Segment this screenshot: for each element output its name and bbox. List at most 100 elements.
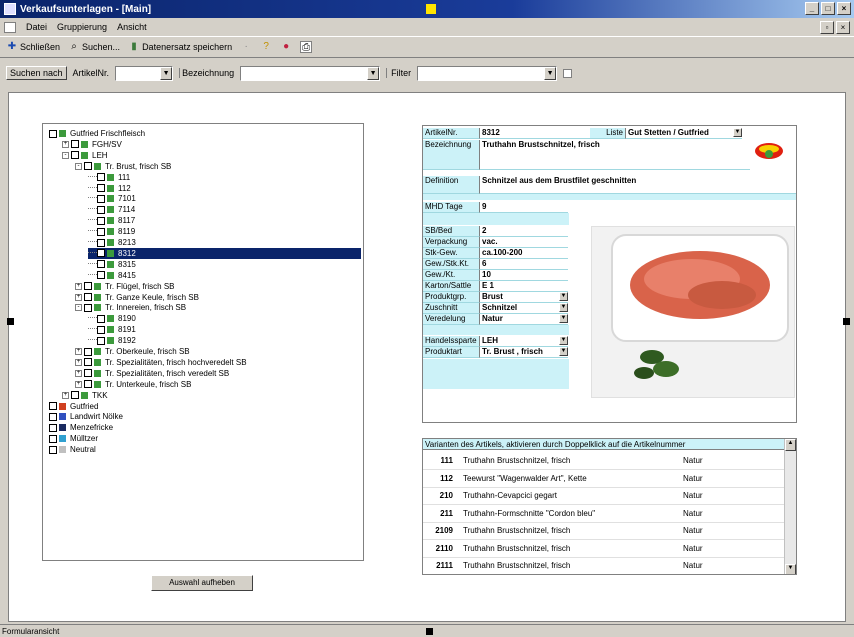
tree-node[interactable]: 111 xyxy=(88,172,130,183)
tree-checkbox[interactable] xyxy=(71,140,79,149)
variant-number[interactable]: 2111 xyxy=(423,561,459,570)
bez-value[interactable]: Truthahn Brustschnitzel, frisch xyxy=(480,140,750,170)
collapse-icon[interactable]: - xyxy=(75,162,82,170)
filter-checkbox[interactable] xyxy=(563,68,573,78)
tree-checkbox[interactable] xyxy=(49,434,57,443)
collapse-icon[interactable]: - xyxy=(75,304,82,312)
handelssparte-combo[interactable]: LEH ▼ xyxy=(480,336,568,347)
tree-checkbox[interactable] xyxy=(84,380,92,389)
tree-checkbox[interactable] xyxy=(97,336,105,345)
tree-checkbox[interactable] xyxy=(84,358,92,367)
tree-checkbox[interactable] xyxy=(84,293,92,301)
definition-value[interactable]: Schnitzel aus dem Brustfilet geschnitten xyxy=(480,176,796,194)
tree-node[interactable]: 7101 xyxy=(88,193,136,204)
stk-gew-value[interactable]: ca.100-200 xyxy=(480,248,568,259)
variant-row[interactable]: 2111 Truthahn Brustschnitzel, frisch Natur xyxy=(423,557,785,574)
chevron-down-icon[interactable]: ▼ xyxy=(160,66,173,80)
variant-number[interactable]: 111 xyxy=(423,456,459,465)
variant-row[interactable]: 111 Truthahn Brustschnitzel, frisch Natur xyxy=(423,452,785,470)
resize-handle-right[interactable] xyxy=(843,318,850,325)
expand-icon[interactable]: + xyxy=(75,380,82,388)
expand-icon[interactable]: + xyxy=(75,369,82,377)
menu-datei[interactable]: Datei xyxy=(26,22,47,32)
tree-checkbox[interactable] xyxy=(49,412,57,421)
scroll-down-icon[interactable]: ▼ xyxy=(785,564,796,574)
category-tree[interactable]: Gutfried Frischfleisch + FGH/SV - LEH - Tr. Br… xyxy=(42,123,364,561)
close-tool-button[interactable]: ✚ Schließen xyxy=(6,41,60,53)
variant-number[interactable]: 210 xyxy=(423,491,459,500)
tree-checkbox[interactable] xyxy=(97,227,105,236)
tree-node[interactable]: 8192 xyxy=(88,335,136,346)
expand-icon[interactable]: + xyxy=(62,391,69,399)
tree-checkbox[interactable] xyxy=(84,303,92,312)
save-tool-button[interactable]: ▮ Datenersatz speichern xyxy=(128,41,232,53)
tree-checkbox[interactable] xyxy=(49,129,57,138)
expand-icon[interactable]: + xyxy=(75,348,82,355)
variant-row[interactable]: 210 Truthahn-Cevapcici gegart Natur xyxy=(423,487,785,505)
tree-node[interactable]: + Tr. Ganze Keule, frisch SB xyxy=(75,292,199,303)
clear-selection-button[interactable]: Auswahl aufheben xyxy=(151,575,253,591)
scroll-up-icon[interactable]: ▲ xyxy=(785,439,796,451)
tree-node[interactable]: + Tr. Spezialitäten, frisch hochveredelt … xyxy=(75,357,247,368)
tree-checkbox[interactable] xyxy=(97,249,105,258)
karton-value[interactable]: E 1 xyxy=(480,281,568,292)
produktgrp-combo[interactable]: Brust ▼ xyxy=(480,292,568,303)
close-window-button[interactable]: × xyxy=(837,2,851,15)
maximize-button[interactable]: □ xyxy=(821,2,835,15)
tree-node[interactable]: Neutral xyxy=(49,444,96,455)
tree-checkbox[interactable] xyxy=(84,162,92,171)
collapse-icon[interactable]: - xyxy=(62,151,69,159)
variant-row[interactable]: 112 Teewurst "Wagenwalder Art", Kette Natu… xyxy=(423,470,785,488)
tree-checkbox[interactable] xyxy=(97,238,105,247)
tree-node[interactable]: + Tr. Flügel, frisch SB xyxy=(75,281,175,292)
tree-node[interactable]: Mülltzer xyxy=(49,433,98,444)
minimize-button[interactable]: _ xyxy=(805,2,819,15)
tree-checkbox[interactable] xyxy=(84,369,92,378)
menu-gruppierung[interactable]: Gruppierung xyxy=(57,22,107,32)
gew-kt-value[interactable]: 10 xyxy=(480,270,568,281)
artnr-search-combo[interactable]: ▼ xyxy=(115,65,174,81)
resize-handle-left[interactable] xyxy=(7,318,14,325)
chevron-down-icon[interactable]: ▼ xyxy=(559,292,568,301)
mhd-value[interactable]: 9 xyxy=(480,202,568,213)
tree-checkbox[interactable] xyxy=(71,391,79,400)
help-icon[interactable]: ? xyxy=(260,41,272,53)
verpackung-value[interactable]: vac. xyxy=(480,237,568,248)
sb-value[interactable]: 2 xyxy=(480,226,568,237)
gew-stk-value[interactable]: 6 xyxy=(480,259,568,270)
tree-node[interactable]: - Tr. Brust, frisch SB xyxy=(75,161,171,172)
tree-node[interactable]: + FGH/SV xyxy=(62,139,122,150)
expand-icon[interactable]: + xyxy=(75,293,82,301)
chevron-down-icon[interactable]: ▼ xyxy=(559,336,568,345)
mdi-close-button[interactable]: × xyxy=(836,21,850,34)
produktart-combo[interactable]: Tr. Brust , frisch ▼ xyxy=(480,347,568,358)
tree-checkbox[interactable] xyxy=(97,205,105,214)
tree-checkbox[interactable] xyxy=(97,216,105,225)
tree-node[interactable]: Gutfried Frischfleisch xyxy=(49,128,145,139)
veredelung-combo[interactable]: Natur ▼ xyxy=(480,314,568,325)
bez-search-combo[interactable]: ▼ xyxy=(240,65,381,81)
tree-node[interactable]: 7114 xyxy=(88,204,135,215)
tree-node[interactable]: - LEH xyxy=(62,150,108,161)
tree-checkbox[interactable] xyxy=(97,194,105,203)
tree-checkbox[interactable] xyxy=(97,260,105,269)
variant-row[interactable]: 2110 Truthahn Brustschnitzel, frisch Natur xyxy=(423,540,785,558)
menu-ansicht[interactable]: Ansicht xyxy=(117,22,147,32)
tree-node[interactable]: 112 xyxy=(88,183,131,194)
tree-node[interactable]: 8190 xyxy=(88,313,136,324)
tree-node[interactable]: - Tr. Innereien, frisch SB xyxy=(75,302,186,313)
liste-combo[interactable]: Gut Stetten / Gutfried ▼ xyxy=(626,128,742,139)
artnr-value[interactable]: 8312 xyxy=(480,128,590,139)
chevron-down-icon[interactable]: ▼ xyxy=(733,128,742,137)
tree-node[interactable]: 8312 xyxy=(88,247,361,259)
chevron-down-icon[interactable]: ▼ xyxy=(559,303,568,312)
variant-number[interactable]: 112 xyxy=(423,474,459,483)
tree-checkbox[interactable] xyxy=(97,314,105,323)
zuschnitt-combo[interactable]: Schnitzel ▼ xyxy=(480,303,568,314)
tree-node[interactable]: + Tr. Oberkeule, frisch SB xyxy=(75,346,190,357)
tree-node[interactable]: 8119 xyxy=(88,226,135,237)
variants-scrollbar[interactable]: ▲ ▼ xyxy=(784,439,796,574)
expand-icon[interactable]: + xyxy=(62,140,69,148)
chevron-down-icon[interactable]: ▼ xyxy=(367,66,380,80)
search-tool-button[interactable]: ⌕ Suchen... xyxy=(68,41,120,53)
